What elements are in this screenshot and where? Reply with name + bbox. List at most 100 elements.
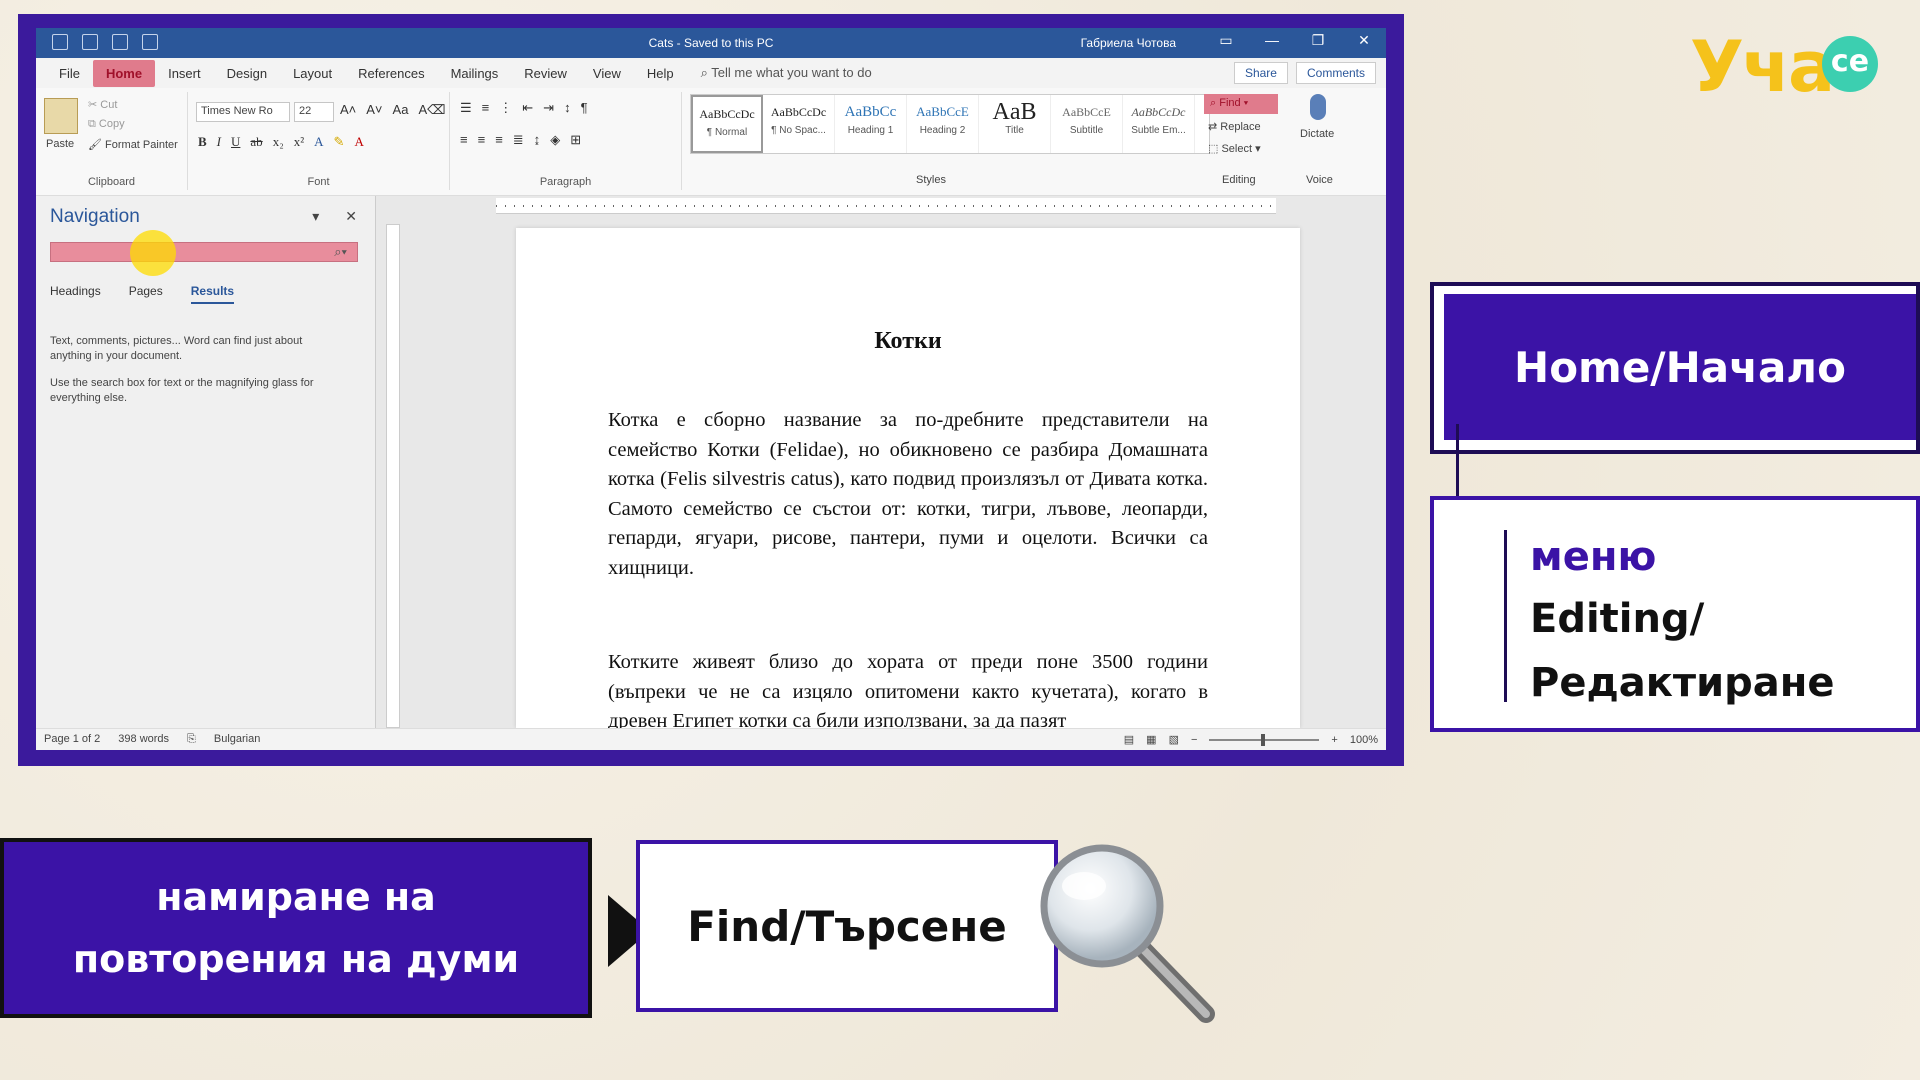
- style-sample: AaBbCcE: [1062, 105, 1111, 119]
- status-left: Page 1 of 2 398 words ⎘ Bulgarian: [44, 733, 260, 746]
- horizontal-ruler[interactable]: [496, 198, 1276, 214]
- increase-indent-icon[interactable]: ⇥: [543, 100, 554, 116]
- web-layout-icon[interactable]: ▧: [1169, 733, 1179, 746]
- numbering-icon[interactable]: ≡: [482, 100, 490, 116]
- style-subtitle[interactable]: AaBbCcE Subtitle: [1051, 95, 1123, 153]
- language-indicator[interactable]: Bulgarian: [214, 733, 260, 746]
- paste-button[interactable]: Paste: [46, 138, 74, 150]
- format-painter-button[interactable]: 🖌 Format Painter: [88, 138, 178, 151]
- tab-headings[interactable]: Headings: [50, 284, 101, 304]
- align-right-icon[interactable]: ≡: [495, 132, 503, 148]
- status-bar: Page 1 of 2 398 words ⎘ Bulgarian ▤ ▦ ▧ …: [36, 728, 1386, 750]
- bold-icon[interactable]: B: [198, 134, 207, 150]
- tab-results[interactable]: Results: [190, 284, 235, 304]
- tab-file[interactable]: File: [46, 60, 93, 87]
- style-sample: AaBbCc: [844, 104, 897, 120]
- ribbon-display-icon[interactable]: ▭: [1216, 32, 1236, 49]
- document-page[interactable]: Котки Котка е сборно название за по-дреб…: [516, 228, 1300, 732]
- tab-home[interactable]: Home: [92, 59, 156, 87]
- navigation-controls: ▾ ✕: [312, 208, 357, 225]
- word-count[interactable]: 398 words: [118, 733, 169, 746]
- style-heading-1[interactable]: AaBbCc Heading 1: [835, 95, 907, 153]
- ribbon-tabs: File Home Insert Design Layout Reference…: [36, 58, 1386, 88]
- style-no-spacing[interactable]: AaBbCcDc ¶ No Spac...: [763, 95, 835, 153]
- style-subtle-emphasis[interactable]: AaBbCcDc Subtle Em...: [1123, 95, 1195, 153]
- vertical-ruler[interactable]: [386, 224, 400, 728]
- zoom-out-icon[interactable]: −: [1191, 734, 1197, 746]
- proofing-icon[interactable]: ⎘: [187, 733, 196, 746]
- align-center-icon[interactable]: ≡: [478, 132, 486, 148]
- cut-button[interactable]: ✂ Cut: [88, 98, 117, 111]
- word-window-frame: Cats - Saved to this PC Габриела Чотова …: [18, 14, 1404, 766]
- tab-help[interactable]: Help: [634, 60, 687, 87]
- font-name-select[interactable]: Times New Ro: [196, 102, 290, 122]
- list-controls: ☰ ≡ ⋮ ⇤ ⇥ ↕ ¶: [460, 100, 588, 116]
- text-effects-icon[interactable]: A: [314, 134, 323, 150]
- multilevel-list-icon[interactable]: ⋮: [499, 100, 512, 116]
- find-button[interactable]: ⌕ Find ▾: [1204, 94, 1278, 114]
- tab-insert[interactable]: Insert: [155, 60, 214, 87]
- zoom-level[interactable]: 100%: [1350, 734, 1378, 746]
- font-size-select[interactable]: 22: [294, 102, 334, 122]
- tab-mailings[interactable]: Mailings: [438, 60, 512, 87]
- sort-icon[interactable]: ↕: [564, 100, 571, 116]
- line-spacing-icon[interactable]: ↨: [534, 132, 541, 148]
- style-normal[interactable]: AaBbCcDc ¶ Normal: [691, 95, 763, 153]
- select-label: Select: [1221, 143, 1253, 155]
- user-name[interactable]: Габриела Чотова: [1081, 36, 1176, 50]
- page-count[interactable]: Page 1 of 2: [44, 733, 100, 746]
- shrink-font-icon[interactable]: A˅: [366, 102, 382, 118]
- tab-layout[interactable]: Layout: [280, 60, 345, 87]
- superscript-icon[interactable]: x²: [294, 134, 304, 150]
- decrease-indent-icon[interactable]: ⇤: [522, 100, 533, 116]
- justify-icon[interactable]: ≣: [513, 132, 524, 148]
- minimize-icon[interactable]: —: [1262, 32, 1282, 49]
- tell-me-label: Tell me what you want to do: [711, 65, 872, 80]
- zoom-in-icon[interactable]: +: [1331, 734, 1337, 746]
- clear-formatting-icon[interactable]: A⌫: [418, 102, 445, 118]
- tab-design[interactable]: Design: [214, 60, 280, 87]
- tab-references[interactable]: References: [345, 60, 437, 87]
- tell-me-search[interactable]: ⌕ Tell me what you want to do: [701, 65, 872, 81]
- copy-button[interactable]: ⧉ Copy: [88, 118, 125, 131]
- replace-button[interactable]: ⇄ Replace: [1208, 120, 1261, 133]
- dictate-button[interactable]: Dictate: [1300, 128, 1334, 140]
- zoom-slider[interactable]: [1209, 733, 1320, 746]
- style-heading-2[interactable]: AaBbCcE Heading 2: [907, 95, 979, 153]
- shading-icon[interactable]: ◈: [550, 132, 560, 148]
- style-name: Subtitle: [1069, 125, 1104, 136]
- tab-pages[interactable]: Pages: [129, 284, 163, 304]
- underline-icon[interactable]: U: [231, 134, 240, 150]
- close-icon[interactable]: ✕: [1354, 32, 1374, 49]
- borders-icon[interactable]: ⊞: [570, 132, 581, 148]
- font-color-icon[interactable]: A: [354, 134, 363, 150]
- grow-font-icon[interactable]: A˄: [340, 102, 356, 118]
- print-layout-icon[interactable]: ▦: [1146, 733, 1156, 746]
- chevron-down-icon[interactable]: ▾: [312, 208, 319, 225]
- subscript-icon[interactable]: x₂: [273, 134, 284, 150]
- tab-review[interactable]: Review: [511, 60, 580, 87]
- restore-icon[interactable]: ❐: [1308, 32, 1328, 49]
- read-mode-icon[interactable]: ▤: [1124, 733, 1134, 746]
- tab-view[interactable]: View: [580, 60, 634, 87]
- bullets-icon[interactable]: ☰: [460, 100, 472, 116]
- style-name: ¶ Normal: [706, 127, 748, 138]
- navigation-search-input[interactable]: ⌕▾: [50, 242, 358, 262]
- microphone-icon[interactable]: [1310, 94, 1326, 120]
- highlight-icon[interactable]: ✎: [334, 134, 345, 150]
- close-pane-icon[interactable]: ✕: [345, 208, 357, 225]
- search-icon[interactable]: ⌕▾: [334, 244, 347, 260]
- style-sample: AaB: [992, 99, 1037, 125]
- strikethrough-icon[interactable]: ab: [250, 134, 262, 150]
- align-left-icon[interactable]: ≡: [460, 132, 468, 148]
- change-case-icon[interactable]: Aa: [393, 102, 409, 118]
- comments-button[interactable]: Comments: [1295, 62, 1376, 84]
- share-button[interactable]: Share: [1233, 62, 1288, 84]
- select-button[interactable]: ⬚ Select ▾: [1208, 142, 1261, 155]
- ribbon-home: Paste ✂ Cut ⧉ Copy 🖌 Format Painter Clip…: [36, 88, 1386, 196]
- show-marks-icon[interactable]: ¶: [581, 100, 588, 116]
- font-group: Times New Ro 22 A˄ A˅ Aa A⌫ B I U ab x₂ …: [188, 92, 450, 190]
- italic-icon[interactable]: I: [217, 134, 221, 150]
- paste-icon[interactable]: [44, 98, 78, 134]
- style-title[interactable]: AaB Title: [979, 95, 1051, 153]
